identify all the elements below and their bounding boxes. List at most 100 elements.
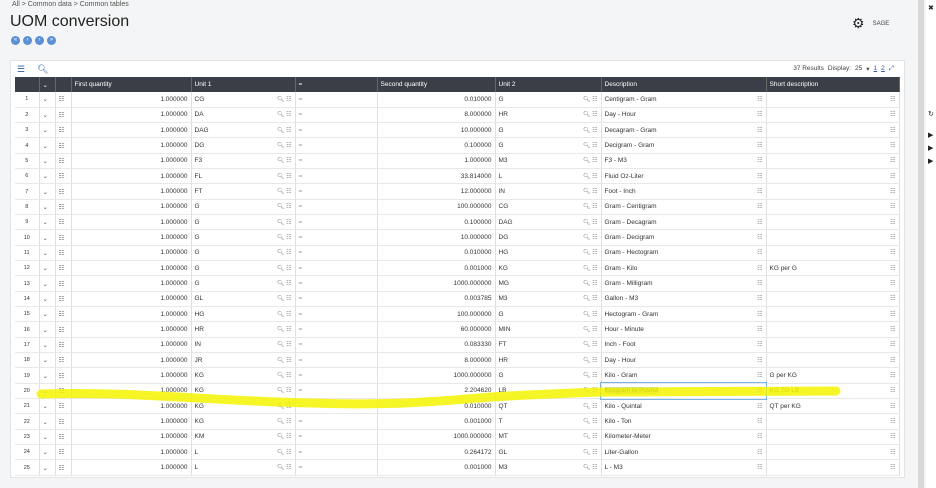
lookup-icon[interactable]: 🔍︎ ☷ [583, 464, 598, 471]
table-row[interactable]: 20 ⌄ ☷ 1.000000 KG 🔍︎ ☷ = 2.204620 LB 🔍︎ ☷… [15, 382, 900, 400]
short-description-cell[interactable]: ☷ [766, 352, 900, 369]
lookup-icon[interactable]: 🔍︎ ☷ [583, 280, 598, 287]
first-quantity-cell[interactable]: 1.000000 [71, 321, 192, 338]
short-description-cell[interactable]: ☷ [766, 413, 900, 430]
table-row[interactable]: 2 ⌄ ☷ 1.000000 DA 🔍︎ ☷ = 8.000000 HR 🔍︎ ☷ … [15, 107, 900, 124]
second-quantity-cell[interactable]: 2.204620 [377, 383, 496, 400]
description-cell[interactable]: Day - Hour ☷ [601, 352, 767, 369]
first-quantity-cell[interactable]: 1.000000 [71, 245, 192, 262]
text-icon[interactable]: ☷ [757, 449, 762, 456]
unit2-cell[interactable]: HG 🔍︎ ☷ [495, 245, 602, 262]
row-detail-icon[interactable]: ☷ [55, 413, 72, 430]
unit2-cell[interactable]: LB 🔍︎ ☷ [495, 383, 602, 400]
row-menu-chevron-icon[interactable]: ⌄ [39, 352, 56, 369]
description-cell[interactable]: Kilo - Gram ☷ [601, 367, 767, 384]
text-icon[interactable]: ☷ [757, 142, 762, 149]
text-icon[interactable]: ☷ [757, 127, 762, 134]
lookup-icon[interactable]: 🔍︎ ☷ [583, 234, 598, 241]
text-icon[interactable]: ☷ [757, 173, 762, 180]
text-icon[interactable]: ☷ [890, 111, 895, 118]
table-row[interactable]: 19 ⌄ ☷ 1.000000 KG 🔍︎ ☷ = 1000.000000 G 🔍︎… [15, 367, 900, 384]
row-menu-chevron-icon[interactable]: ⌄ [39, 367, 56, 384]
second-quantity-cell[interactable]: 0.001000 [377, 459, 496, 476]
first-quantity-cell[interactable]: 1.000000 [71, 367, 192, 384]
table-row[interactable]: 24 ⌄ ☷ 1.000000 L 🔍︎ ☷ = 0.264172 GL 🔍︎ ☷ … [15, 444, 900, 461]
lookup-icon[interactable]: 🔍︎ ☷ [583, 387, 598, 394]
text-icon[interactable]: ☷ [890, 142, 895, 149]
text-icon[interactable]: ☷ [757, 295, 762, 302]
row-detail-icon[interactable]: ☷ [55, 92, 72, 108]
row-detail-icon[interactable]: ☷ [55, 199, 72, 216]
text-icon[interactable]: ☷ [757, 203, 762, 210]
description-cell[interactable]: Gram - Decagram ☷ [601, 214, 767, 231]
text-icon[interactable]: ☷ [890, 234, 895, 241]
row-detail-icon[interactable]: ☷ [55, 107, 72, 124]
lookup-icon[interactable]: 🔍︎ ☷ [583, 127, 598, 134]
lookup-icon[interactable]: 🔍︎ ☷ [277, 357, 292, 364]
row-detail-icon[interactable]: ☷ [55, 444, 72, 461]
table-row[interactable]: 18 ⌄ ☷ 1.000000 JR 🔍︎ ☷ = 8.000000 HR 🔍︎ ☷… [15, 352, 900, 369]
first-quantity-cell[interactable]: 1.000000 [71, 444, 192, 461]
unit2-cell[interactable]: G 🔍︎ ☷ [495, 137, 602, 154]
unit2-cell[interactable]: CG 🔍︎ ☷ [495, 199, 602, 216]
lookup-icon[interactable]: 🔍︎ ☷ [583, 341, 598, 348]
lookup-icon[interactable]: 🔍︎ ☷ [583, 96, 598, 103]
row-detail-icon[interactable]: ☷ [55, 291, 72, 308]
lookup-icon[interactable]: 🔍︎ ☷ [277, 372, 292, 379]
lookup-icon[interactable]: 🔍︎ ☷ [277, 157, 292, 164]
unit1-cell[interactable]: FL 🔍︎ ☷ [191, 168, 296, 185]
text-icon[interactable]: ☷ [890, 372, 895, 379]
short-description-cell[interactable]: ☷ [766, 92, 900, 108]
text-icon[interactable]: ☷ [757, 418, 762, 425]
user-menu[interactable]: ⚙ SAGE [852, 15, 889, 32]
unit2-cell[interactable]: DAG 🔍︎ ☷ [495, 214, 602, 231]
description-cell[interactable]: Gram - Decigram ☷ [601, 229, 767, 246]
lookup-icon[interactable]: 🔍︎ ☷ [277, 265, 292, 272]
row-menu-chevron-icon[interactable]: ⌄ [39, 291, 56, 308]
row-detail-icon[interactable]: ☷ [55, 245, 72, 262]
text-icon[interactable]: ☷ [890, 157, 895, 164]
scrollbar[interactable] [918, 0, 924, 488]
table-row[interactable]: 3 ⌄ ☷ 1.000000 DAG 🔍︎ ☷ = 10.000000 G 🔍︎ ☷… [15, 122, 900, 139]
text-icon[interactable]: ☷ [890, 357, 895, 364]
unit1-cell[interactable]: KG 🔍︎ ☷ [191, 367, 296, 384]
short-description-cell[interactable]: ☷ [766, 137, 900, 154]
short-description-cell[interactable]: ☷ [766, 429, 900, 446]
row-menu-chevron-icon[interactable]: ⌄ [39, 137, 56, 154]
text-icon[interactable]: ☷ [757, 265, 762, 272]
description-cell[interactable]: Liter-Gallon ☷ [601, 444, 767, 461]
unit1-cell[interactable]: L 🔍︎ ☷ [191, 459, 296, 476]
text-icon[interactable]: ☷ [757, 326, 762, 333]
lookup-icon[interactable]: 🔍︎ ☷ [277, 311, 292, 318]
row-detail-icon[interactable]: ☷ [55, 275, 72, 292]
column-header[interactable] [55, 77, 72, 92]
row-menu-chevron-icon[interactable]: ⌄ [39, 398, 56, 415]
text-icon[interactable]: ☷ [890, 295, 895, 302]
table-row[interactable]: 13 ⌄ ☷ 1.000000 G 🔍︎ ☷ = 1000.000000 MG 🔍︎… [15, 275, 900, 292]
unit1-cell[interactable]: G 🔍︎ ☷ [191, 199, 296, 216]
row-menu-chevron-icon[interactable]: ⌄ [39, 444, 56, 461]
column-header[interactable]: First quantity [71, 77, 192, 92]
lookup-icon[interactable]: 🔍︎ ☷ [277, 418, 292, 425]
short-description-cell[interactable]: ☷ [766, 214, 900, 231]
first-record-icon[interactable]: « [11, 36, 20, 45]
lookup-icon[interactable]: 🔍︎ ☷ [277, 280, 292, 287]
row-menu-chevron-icon[interactable]: ⌄ [39, 153, 56, 170]
lookup-icon[interactable]: 🔍︎ ☷ [583, 203, 598, 210]
unit2-cell[interactable]: KG 🔍︎ ☷ [495, 260, 602, 277]
unit1-cell[interactable]: KG 🔍︎ ☷ [191, 383, 296, 400]
description-cell[interactable]: Centigram - Gram ☷ [601, 92, 767, 108]
table-row[interactable]: 10 ⌄ ☷ 1.000000 G 🔍︎ ☷ = 10.000000 DG 🔍︎ ☷… [15, 229, 900, 246]
text-icon[interactable]: ☷ [890, 433, 895, 440]
lookup-icon[interactable]: 🔍︎ ☷ [277, 403, 292, 410]
table-row[interactable]: 14 ⌄ ☷ 1.000000 GL 🔍︎ ☷ = 0.003785 M3 🔍︎ ☷… [15, 291, 900, 308]
description-cell[interactable]: Gram - Kilo ☷ [601, 260, 767, 277]
unit2-cell[interactable]: IN 🔍︎ ☷ [495, 183, 602, 200]
lookup-icon[interactable]: 🔍︎ ☷ [277, 127, 292, 134]
second-quantity-cell[interactable]: 0.100000 [377, 214, 496, 231]
unit2-cell[interactable]: GL 🔍︎ ☷ [495, 444, 602, 461]
text-icon[interactable]: ☷ [757, 111, 762, 118]
description-cell[interactable]: L - M3 ☷ [601, 459, 767, 476]
unit2-cell[interactable]: M3 🔍︎ ☷ [495, 459, 602, 476]
text-icon[interactable]: ☷ [890, 127, 895, 134]
